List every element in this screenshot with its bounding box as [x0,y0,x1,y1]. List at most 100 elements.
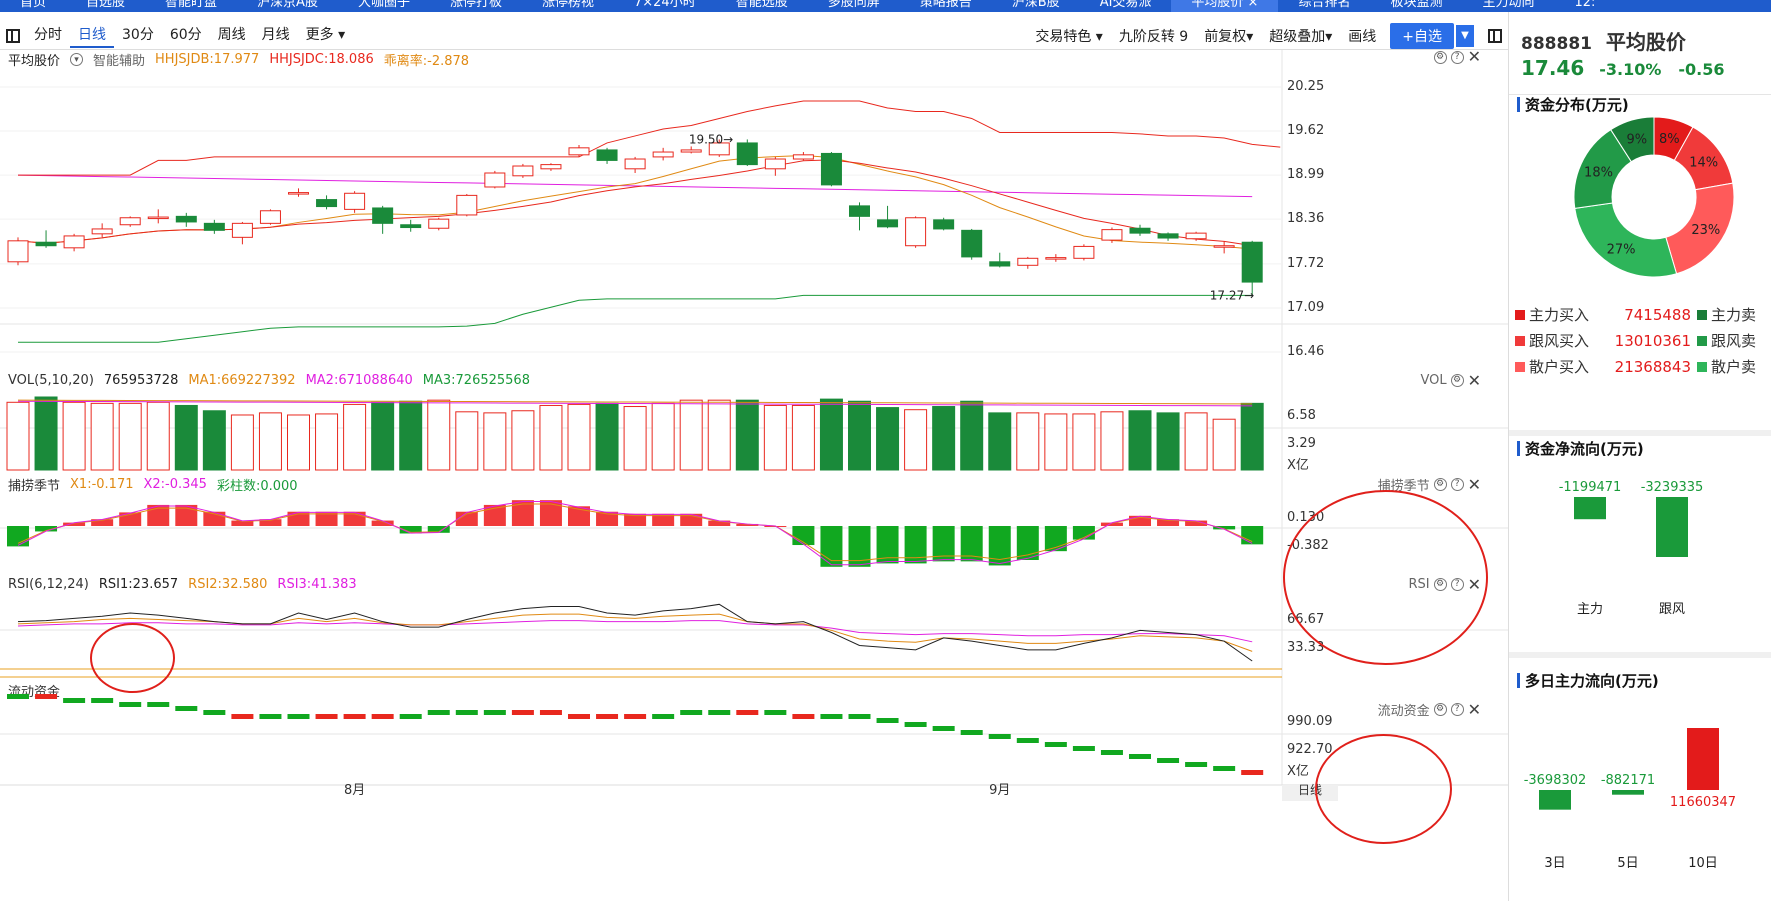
price-axis-label: 18.99 [1287,167,1325,183]
kline-chart[interactable]: 19.50→17.27→8月 9月 日线 [0,50,1508,901]
top-tab[interactable]: 综合排名 [1278,0,1370,12]
volume-bar [848,400,871,471]
candle-body [175,215,197,223]
quote-panel: 888881 平均股价 17.46 -3.10% -0.56 资金分布(万元) … [1508,12,1771,901]
candle-body [400,224,422,229]
top-tab[interactable]: 智能选股 [716,0,808,12]
volume-bar [483,412,507,471]
top-tab[interactable]: 首页 [0,0,66,12]
multi-day-title: 多日主力流向(万元) [1517,670,1659,691]
volume-bar [623,406,647,471]
top-tab[interactable]: 板块监测 [1370,0,1462,12]
top-tab[interactable]: AI交易派 [1080,0,1172,12]
rsi3-line [17,620,1253,643]
period-tab[interactable]: 周线 [210,24,254,48]
period-tab[interactable]: 月线 [254,24,298,48]
liquidity-bar [343,714,366,719]
liquidity-bar [427,710,450,715]
lower-band-line [18,294,1253,343]
volume-bar [1240,402,1264,471]
candle-body [1157,233,1179,239]
flow-buy-value: 13010361 [1614,331,1692,350]
top-tab[interactable]: 策略报告 [900,0,992,12]
period-tab[interactable]: 日线 [70,24,114,48]
volume-bar [1044,413,1068,471]
liquidity-bar [315,714,338,719]
candle-body [961,229,983,258]
top-tab[interactable]: 涨停打板 [430,0,522,12]
vol-axis-label: 3.29 [1287,436,1316,451]
liquidity-bar [1016,738,1039,743]
period-tab[interactable]: 60分 [162,24,210,48]
net-flow-bar [1656,497,1688,557]
period-tab[interactable]: 更多 ▾ [298,24,353,48]
toolbar-item[interactable]: 前复权▾ [1196,26,1261,46]
top-tab[interactable]: 涨停榜视 [522,0,614,12]
price-axis-label: 20.25 [1287,79,1325,94]
layout-toggle-icon[interactable] [1488,28,1502,43]
period-tab[interactable]: 分时 [26,24,70,48]
multi-day-bar [1687,728,1719,790]
volume-bar [595,402,619,471]
toolbar-item[interactable]: 画线 [1340,26,1384,46]
toolbar-item[interactable]: 九阶反转 9 [1111,26,1196,46]
add-dropdown-button[interactable]: ▼ [1456,24,1474,47]
season-x1-line [17,503,1253,562]
add-watchlist-button[interactable]: +自选 [1390,22,1454,49]
volume-bar [1100,411,1124,471]
candle-body [91,228,113,235]
hhjsjdb-line [17,174,1253,198]
fund-flow-row: 跟风买入 13010361 跟风卖 [1515,330,1756,351]
toolbar-item[interactable]: 交易特色 ▾ [1027,26,1110,46]
candle-body [344,192,366,210]
volume-bar [1156,412,1180,471]
fund-flow-row: 散户买入 21368843 散户卖 [1515,356,1756,377]
season-bar [7,526,29,547]
toolbar-item[interactable]: 超级叠加▾ [1261,26,1340,46]
top-tab[interactable]: 12: [1555,0,1616,12]
candle-body [1073,245,1095,259]
liquidity-bar [848,714,871,719]
volume-bar [1016,412,1040,471]
top-tab[interactable]: 自选股 [66,0,145,12]
volume-bar [287,414,310,471]
liquidity-bar [231,714,254,719]
volume-bar [904,409,928,471]
liquidity-bar [399,714,422,719]
price-axis-label: 19.62 [1287,123,1325,139]
period-tab[interactable]: 30分 [114,24,162,48]
liquidity-bar [1129,754,1151,759]
buy-swatch [1515,309,1525,320]
top-tab[interactable]: 主力动向 [1462,0,1554,12]
top-tab[interactable]: 7×24小时 [614,0,716,12]
top-tab[interactable]: 多股同屏 [808,0,900,12]
volume-bar [258,412,282,471]
volume-bar [651,402,675,471]
volume-bar [1128,410,1152,471]
liquidity-bar [147,702,170,707]
flow-buy-label: 散户买入 [1529,358,1590,376]
candle-body [456,194,478,216]
liquidity-bar [1072,746,1095,751]
multi-day-label: 5日 [1617,856,1638,871]
liquidity-bar [820,714,843,719]
upper-band-line [18,100,1281,176]
top-tab[interactable]: 沪深B股 [992,0,1080,12]
liquidity-bar [483,710,506,715]
panel-toggle-icon[interactable] [6,28,20,43]
chart-toolbar: 分时 日线 30分 60分 周线 月线 更多 ▾ 交易特色 ▾ 九阶反转 9 前复权▾ 超级叠加▾… [0,22,1508,50]
price-axis-label: 18.36 [1287,211,1325,227]
volume-bar [539,404,563,471]
top-tab[interactable]: 智能盯盘 [145,0,237,12]
top-tab[interactable]: 沪深京A股 [237,0,338,12]
top-tab[interactable]: 平均股价 × [1171,0,1279,12]
donut-slice-label: 9% [1627,132,1648,147]
candle-body [288,192,309,195]
liquidity-bar [539,710,562,715]
liquidity-bar [1044,742,1067,747]
candle-body [119,217,141,226]
volume-bar [876,407,900,471]
volume-bar [174,404,198,471]
top-tab[interactable]: 大咖圈子 [338,0,430,12]
liquidity-bar [932,726,955,731]
